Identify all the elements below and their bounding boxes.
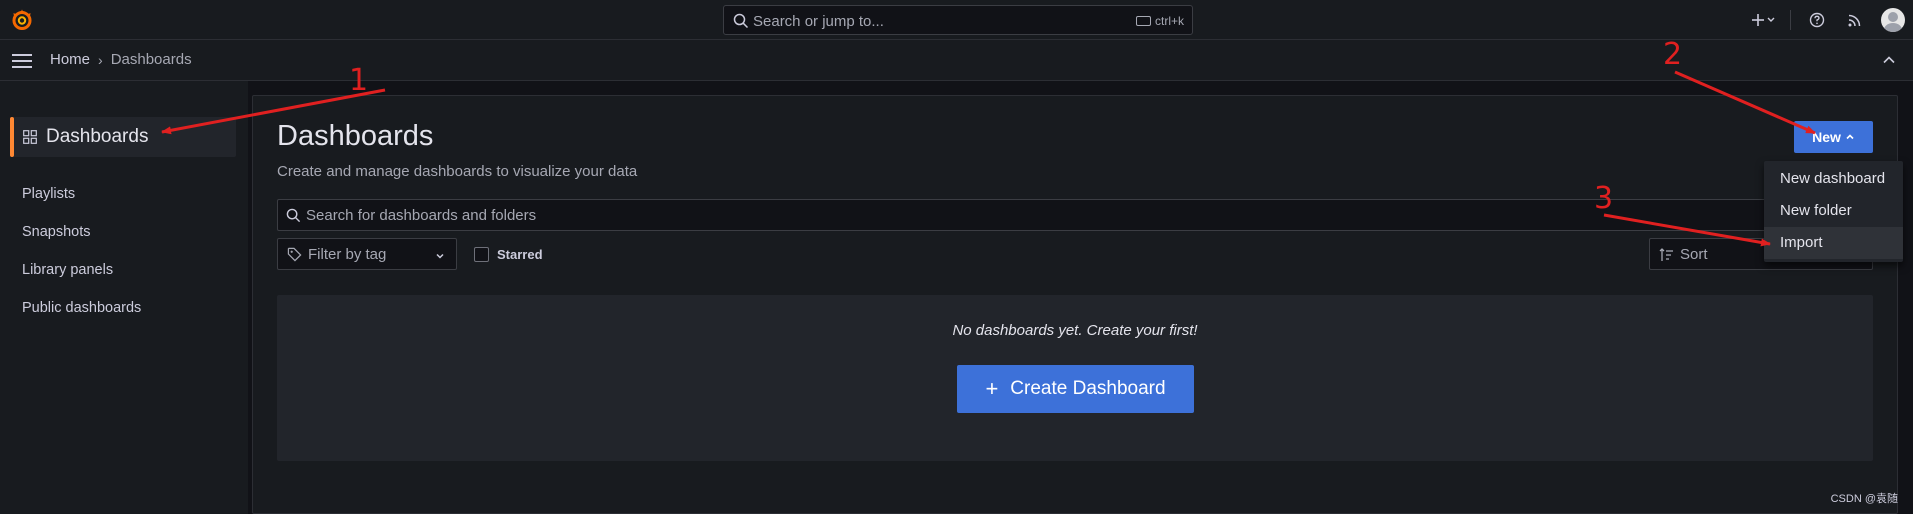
watermark: CSDN @袁随 xyxy=(1830,493,1898,505)
tag-filter-placeholder: Filter by tag xyxy=(308,246,387,263)
section-nav: Dashboards Playlists Snapshots Library p… xyxy=(0,81,248,514)
empty-state-message: No dashboards yet. Create your first! xyxy=(952,322,1198,339)
breadcrumb-home-link[interactable]: Home xyxy=(50,51,90,68)
plus-icon: + xyxy=(985,376,999,401)
dashboard-search-input[interactable]: Search for dashboards and folders xyxy=(277,199,1873,231)
annotation-number-3: 3 xyxy=(1594,181,1614,216)
new-button-label: New xyxy=(1812,129,1841,145)
sidebar-item-playlists[interactable]: Playlists xyxy=(22,186,75,202)
sidebar-item-dashboards[interactable]: Dashboards xyxy=(10,117,236,157)
chevron-down-icon xyxy=(434,249,446,261)
menu-item-import[interactable]: Import xyxy=(1764,227,1903,259)
breadcrumb-bar: Home › Dashboards xyxy=(0,40,1913,81)
top-bar: Search or jump to... ctrl+k xyxy=(0,0,1913,40)
active-indicator xyxy=(10,117,14,157)
page-title: Dashboards xyxy=(277,120,434,152)
menu-item-new-dashboard[interactable]: New dashboard xyxy=(1764,163,1903,195)
keyboard-icon xyxy=(1135,16,1151,26)
shortcut-text: ctrl+k xyxy=(1154,14,1184,28)
search-icon xyxy=(286,208,301,223)
help-icon[interactable] xyxy=(1805,8,1829,32)
empty-state: No dashboards yet. Create your first! + … xyxy=(277,295,1873,461)
menu-item-new-folder[interactable]: New folder xyxy=(1764,195,1903,227)
create-dashboard-button[interactable]: + Create Dashboard xyxy=(957,365,1194,413)
annotation-number-2: 2 xyxy=(1663,37,1683,72)
sort-placeholder: Sort xyxy=(1680,246,1708,263)
chevron-up-icon[interactable] xyxy=(1881,52,1897,68)
chevron-right-icon: › xyxy=(98,51,103,68)
news-feed-icon[interactable] xyxy=(1843,8,1867,32)
sidebar-item-library-panels[interactable]: Library panels xyxy=(22,262,113,278)
sidebar-item-snapshots[interactable]: Snapshots xyxy=(22,224,91,240)
menu-toggle-icon[interactable] xyxy=(12,54,32,68)
divider xyxy=(1790,10,1791,30)
breadcrumb-current: Dashboards xyxy=(110,51,192,68)
sidebar-item-label: Dashboards xyxy=(46,126,149,147)
new-button[interactable]: New xyxy=(1794,121,1873,153)
breadcrumb: Home › Dashboards xyxy=(50,51,192,68)
sort-icon xyxy=(1659,248,1674,262)
tag-icon xyxy=(287,247,302,262)
starred-label[interactable]: Starred xyxy=(497,247,543,262)
dashboard-search-placeholder: Search for dashboards and folders xyxy=(306,207,537,224)
global-search-input[interactable]: Search or jump to... ctrl+k xyxy=(723,5,1193,35)
grafana-logo-icon[interactable] xyxy=(10,8,34,32)
chevron-up-icon xyxy=(1845,129,1855,145)
search-icon xyxy=(733,13,749,29)
page-subtitle: Create and manage dashboards to visualiz… xyxy=(277,163,638,180)
starred-checkbox[interactable] xyxy=(474,247,489,262)
global-search-placeholder: Search or jump to... xyxy=(753,13,884,30)
keyboard-shortcut-hint: ctrl+k xyxy=(1135,14,1184,28)
sidebar-item-public-dashboards[interactable]: Public dashboards xyxy=(22,300,141,316)
tag-filter-select[interactable]: Filter by tag xyxy=(277,238,457,270)
add-new-button[interactable] xyxy=(1752,8,1776,32)
new-dropdown-menu: New dashboard New folder Import xyxy=(1764,161,1903,262)
top-actions xyxy=(1752,8,1905,32)
create-dashboard-label: Create Dashboard xyxy=(1010,378,1166,399)
apps-grid-icon xyxy=(23,130,37,144)
user-avatar[interactable] xyxy=(1881,8,1905,32)
annotation-number-1: 1 xyxy=(349,63,369,98)
